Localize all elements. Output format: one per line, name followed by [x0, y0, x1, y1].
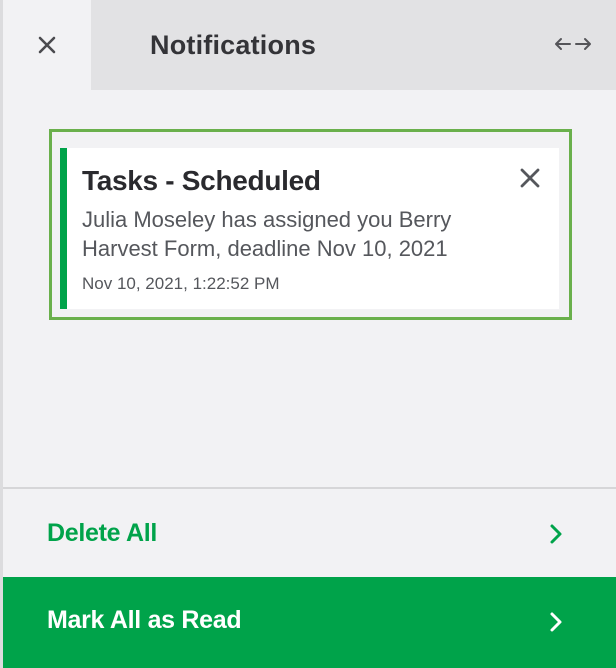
mark-all-read-label: Mark All as Read [47, 606, 242, 634]
horizontal-arrows-icon[interactable] [554, 34, 592, 54]
notification-timestamp: Nov 10, 2021, 1:22:52 PM [82, 274, 280, 293]
chevron-right-icon [550, 524, 562, 544]
page-title: Notifications [150, 30, 317, 60]
notification-accent-bar [60, 148, 67, 309]
close-panel-button[interactable] [3, 0, 91, 90]
title-bar: Notifications [91, 0, 616, 90]
chevron-right-icon [550, 612, 562, 632]
notification-title: Tasks - Scheduled [82, 165, 321, 196]
close-icon [38, 36, 56, 54]
notification-card[interactable]: Tasks - Scheduled Julia Moseley has assi… [60, 148, 559, 309]
mark-all-read-button[interactable]: Mark All as Read [3, 577, 616, 668]
delete-all-button[interactable]: Delete All [3, 489, 616, 577]
close-icon[interactable] [518, 166, 542, 190]
notification-message: Julia Moseley has assigned you Berry Har… [82, 207, 452, 261]
delete-all-label: Delete All [47, 519, 158, 547]
